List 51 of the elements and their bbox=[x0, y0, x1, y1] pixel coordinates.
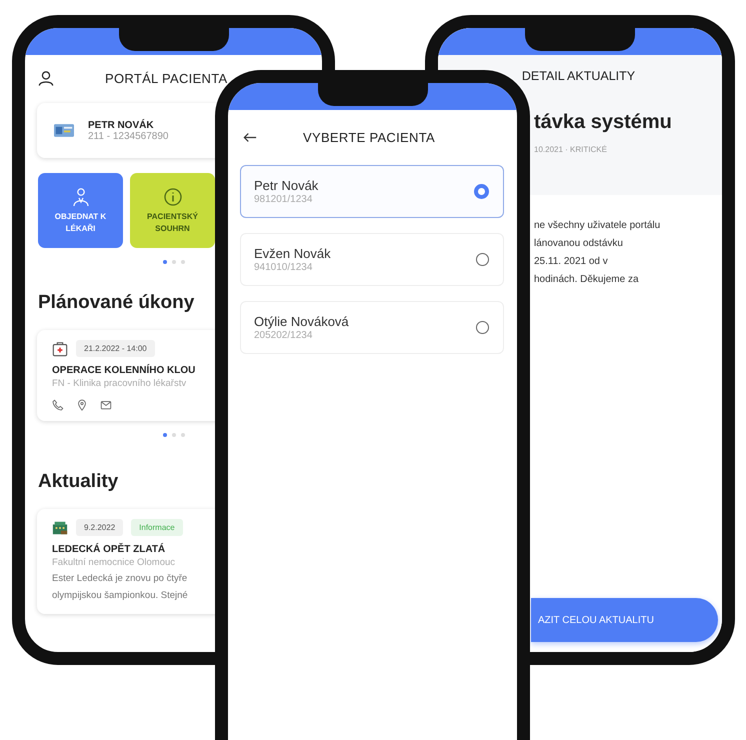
mail-icon[interactable] bbox=[100, 399, 112, 411]
news-title: LEDECKÁ OPĚT ZLATÁ bbox=[52, 544, 166, 555]
patient-name: PETR NOVÁK bbox=[88, 120, 155, 130]
radio-button[interactable] bbox=[476, 253, 489, 266]
patient-name: Otýlie Nováková bbox=[254, 314, 349, 329]
back-arrow-icon[interactable] bbox=[243, 132, 257, 143]
tile-label: OBJEDNAT K LÉKAŘI bbox=[54, 211, 106, 234]
doctor-icon bbox=[70, 187, 90, 208]
birth-number: 941010/1234 bbox=[254, 262, 314, 273]
date-badge: 9.2.2022 bbox=[76, 519, 124, 536]
show-full-article-button[interactable]: AZIT CELOU AKTUALITU bbox=[531, 598, 718, 642]
patient-option[interactable]: Petr Novák 981201/1234 bbox=[240, 165, 504, 218]
radio-button[interactable] bbox=[476, 321, 489, 334]
building-icon bbox=[52, 520, 68, 536]
pager-dot[interactable] bbox=[172, 433, 176, 437]
news-excerpt: Ester Ledecká je znovu po čtyře olympijskou šampionkou. Stejné bbox=[52, 572, 188, 604]
insurance-number: 211 - 1234567890 bbox=[88, 130, 168, 142]
screen-title: PORTÁL PACIENTA bbox=[105, 70, 228, 86]
article-headline: távka systému bbox=[534, 111, 672, 134]
action-tile[interactable]: PACIENTSKÝ SOUHRN bbox=[130, 173, 215, 248]
pager-dot[interactable] bbox=[172, 260, 176, 264]
birth-number: 205202/1234 bbox=[254, 330, 314, 341]
article-meta: 10.2021 · KRITICKÉ bbox=[534, 145, 607, 154]
patient-name: Evžen Novák bbox=[254, 246, 331, 261]
article-text: ne všechny uživatele portálu lánovanou odstávku 25.11. 2021 od v hodinách. Děkujeme za bbox=[534, 219, 662, 287]
pager-dot[interactable] bbox=[162, 260, 166, 264]
person-icon[interactable] bbox=[38, 70, 54, 86]
medical-bag-icon bbox=[52, 340, 68, 356]
action-tile[interactable]: OBJEDNAT K LÉKAŘI bbox=[38, 173, 123, 248]
date-badge: 21.2.2022 - 14:00 bbox=[76, 340, 155, 357]
tile-label: PACIENTSKÝ SOUHRN bbox=[146, 211, 198, 234]
patient-option[interactable]: Evžen Novák 941010/1234 bbox=[240, 233, 504, 286]
info-icon bbox=[162, 187, 182, 208]
appointment-place: FN - Klinika pracovního lékařstv bbox=[52, 378, 186, 389]
pager-dot[interactable] bbox=[162, 433, 166, 437]
news-source: Fakultní nemocnice Olomouc bbox=[52, 557, 176, 568]
screen-title: VYBERTE PACIENTA bbox=[303, 130, 435, 145]
pager-dot[interactable] bbox=[180, 260, 184, 264]
screen-title: DETAIL AKTUALITY bbox=[522, 69, 636, 83]
section-heading: Plánované úkony bbox=[38, 292, 196, 314]
patient-option[interactable]: Otýlie Nováková 205202/1234 bbox=[240, 301, 504, 354]
category-tag: Informace bbox=[131, 519, 183, 536]
id-card-icon bbox=[54, 124, 74, 137]
phone-icon[interactable] bbox=[52, 399, 64, 411]
section-heading: Aktuality bbox=[38, 471, 120, 493]
appointment-title: OPERACE KOLENNÍHO KLOU bbox=[52, 365, 196, 376]
location-pin-icon[interactable] bbox=[76, 399, 88, 411]
birth-number: 981201/1234 bbox=[254, 194, 314, 205]
radio-button[interactable] bbox=[474, 184, 489, 199]
patient-name: Petr Novák bbox=[254, 178, 318, 193]
pager-dot[interactable] bbox=[180, 433, 184, 437]
